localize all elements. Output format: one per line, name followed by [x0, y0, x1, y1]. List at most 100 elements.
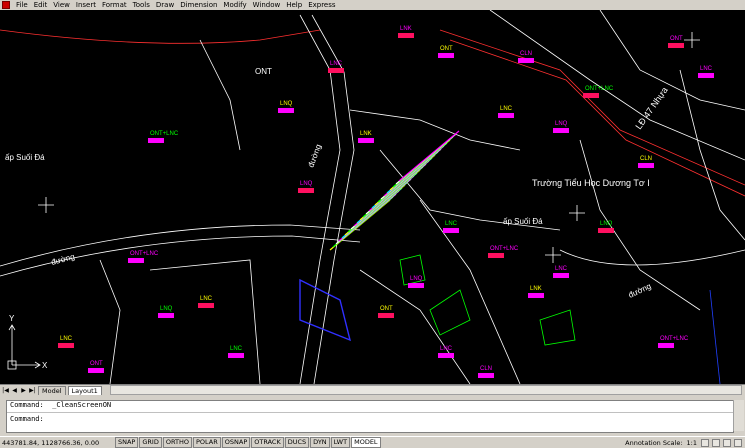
- drawing-canvas[interactable]: LNC LNQ ONT+LNC LNK ONT CLN ONT+LNC LNQ LNC ONT LN…: [0, 10, 745, 384]
- menu-help[interactable]: Help: [283, 0, 305, 10]
- command-prompt[interactable]: Command:: [7, 415, 733, 424]
- label-ap-suoi-da-right: ấp Suối Đá: [503, 217, 543, 226]
- parcel-area-mark: [553, 273, 569, 278]
- parcel-code-label: LNC: [700, 66, 713, 72]
- parcel-area-mark: [88, 368, 104, 373]
- coordinate-readout: 443781.84, 1128766.36, 0.00: [2, 438, 100, 447]
- auto-scale-icon[interactable]: [712, 438, 720, 447]
- first-tab-arrow-icon[interactable]: |◀: [2, 387, 9, 394]
- parcel-code-label: LNC: [440, 346, 453, 352]
- parcel-code-label: ONT: [440, 46, 453, 52]
- parcel-area-mark: [698, 73, 714, 78]
- toggle-dyn[interactable]: DYN: [310, 437, 330, 448]
- parcel-area-mark: [438, 353, 454, 358]
- toggle-lwt[interactable]: LWT: [330, 437, 351, 448]
- command-window[interactable]: Command: _CleanScreenON Command:: [6, 400, 734, 433]
- parcel-code-label: LNC: [60, 336, 73, 342]
- menu-tools[interactable]: Tools: [130, 0, 153, 10]
- menu-window[interactable]: Window: [250, 0, 284, 10]
- tab-layout1[interactable]: Layout1: [67, 385, 102, 395]
- parcel-code-label: ONT: [670, 36, 683, 42]
- parcel-area-mark: [638, 163, 654, 168]
- parcel-code-label: ONT+LNC: [150, 131, 179, 137]
- layout-tabs-bar: |◀ ◀ ▶ ▶| Model Layout1: [0, 384, 745, 395]
- parcel-area-mark: [518, 58, 534, 63]
- parcel-code-label: LNQ: [300, 181, 313, 187]
- parcel-area-mark: [378, 313, 394, 318]
- parcel-area-mark: [328, 68, 344, 73]
- prev-tab-arrow-icon[interactable]: ◀: [11, 387, 18, 394]
- command-scrollbar[interactable]: [733, 400, 744, 431]
- parcel-code-label: ONT+LNC: [660, 336, 689, 342]
- command-history-line: Command: _CleanScreenON: [10, 401, 112, 409]
- tab-model[interactable]: Model: [38, 385, 66, 395]
- parcel-area-mark: [488, 253, 504, 258]
- parcel-code-label: LNQ: [410, 276, 423, 282]
- menu-modify[interactable]: Modify: [220, 0, 249, 10]
- crosshair-marker: [569, 205, 585, 221]
- menu-draw[interactable]: Draw: [153, 0, 177, 10]
- crosshair-marker: [545, 247, 561, 263]
- toggle-model[interactable]: MODEL: [351, 437, 381, 448]
- parcel-area-mark: [438, 53, 454, 58]
- svg-text:X: X: [42, 361, 48, 370]
- toggle-otrack[interactable]: OTRACK: [251, 437, 284, 448]
- parcel-area-mark: [358, 138, 374, 143]
- parcel-code-label: LNQ: [555, 121, 568, 127]
- parcel-area-mark: [478, 373, 494, 378]
- annotation-visibility-icon[interactable]: [701, 438, 709, 447]
- parcel-code-label: ONT: [380, 306, 393, 312]
- parcel-code-label: LNC: [445, 221, 458, 227]
- menu-file[interactable]: File: [13, 0, 31, 10]
- menu-express[interactable]: Express: [305, 0, 338, 10]
- toggle-snap[interactable]: SNAP: [115, 437, 139, 448]
- parcel-area-mark: [528, 293, 544, 298]
- parcel-area-mark: [58, 343, 74, 348]
- menu-format[interactable]: Format: [99, 0, 130, 10]
- parcel-code-label: LNC: [230, 346, 243, 352]
- last-tab-arrow-icon[interactable]: ▶|: [29, 387, 36, 394]
- annotation-scale-label: Annotation Scale:: [625, 438, 683, 447]
- horizontal-scrollbar[interactable]: [109, 385, 742, 395]
- parcel-code-label: ONT+LNC: [490, 246, 519, 252]
- menu-insert[interactable]: Insert: [73, 0, 99, 10]
- parcel-code-label: LNQ: [600, 221, 613, 227]
- toggle-ducs[interactable]: DUCS: [284, 437, 310, 448]
- label-ont: ONT: [255, 67, 272, 76]
- toggle-ortho[interactable]: ORTHO: [162, 437, 192, 448]
- place-labels: ONT ấp Suối Đá ấp Suối Đá đường đường đư…: [5, 67, 670, 300]
- parcel-code-label: CLN: [640, 156, 652, 162]
- parcel-code-label: LNC: [555, 266, 568, 272]
- parcel-code-label: LNK: [530, 286, 542, 292]
- parcel-code-label: LNC: [330, 61, 343, 67]
- clean-screen-icon[interactable]: [734, 438, 742, 447]
- autocad-app-icon[interactable]: [2, 1, 10, 9]
- parcel-code-label: CLN: [480, 366, 492, 372]
- parcel-area-mark: [278, 108, 294, 113]
- toggle-polar[interactable]: POLAR: [192, 437, 221, 448]
- menu-edit[interactable]: Edit: [31, 0, 51, 10]
- parcel-code-label: CLN: [520, 51, 532, 57]
- parcel-area-mark: [158, 313, 174, 318]
- toggle-grid[interactable]: GRID: [139, 437, 162, 448]
- crosshair-marker: [38, 197, 54, 213]
- annotation-scale-value[interactable]: 1:1: [687, 439, 697, 447]
- parcel-area-mark: [498, 113, 514, 118]
- parcel-code-label: ONT+LNC: [585, 86, 614, 92]
- parcel-code-label: LNC: [500, 106, 513, 112]
- menu-dimension[interactable]: Dimension: [177, 0, 220, 10]
- cad-drawing[interactable]: LNC LNQ ONT+LNC LNK ONT CLN ONT+LNC LNQ LNC ONT LN…: [0, 10, 745, 384]
- lock-icon[interactable]: [723, 438, 731, 447]
- parcel-area-mark: [553, 128, 569, 133]
- parcel-area-mark: [668, 43, 684, 48]
- parcel-code-label: LNK: [400, 26, 412, 32]
- next-tab-arrow-icon[interactable]: ▶: [20, 387, 27, 394]
- toggle-osnap[interactable]: OSNAP: [221, 437, 251, 448]
- ucs-icon: Y X: [7, 314, 48, 370]
- menu-view[interactable]: View: [50, 0, 73, 10]
- parcel-area-mark: [148, 138, 164, 143]
- label-duong-3: đường: [627, 282, 653, 300]
- crosshair-marker: [684, 32, 700, 48]
- parcel-code-label: ONT+LNC: [130, 251, 159, 257]
- parcel-area-mark: [598, 228, 614, 233]
